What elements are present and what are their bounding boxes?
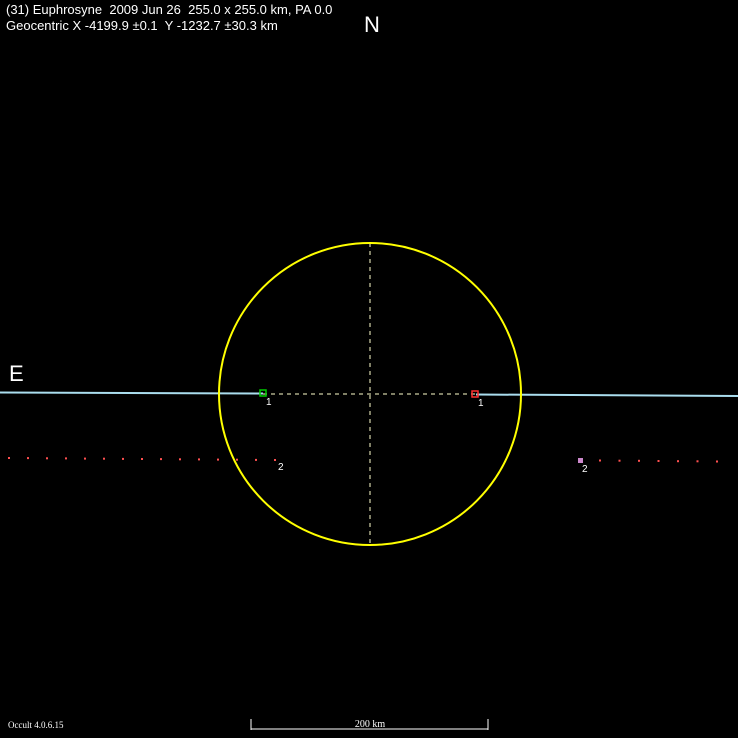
chord-2-dot <box>65 457 67 460</box>
chord-2-dots-east <box>8 457 276 461</box>
chord-2-dot <box>657 460 660 462</box>
chord-1-label-west: 1 <box>478 398 484 409</box>
chord-2-label-east: 2 <box>278 462 284 473</box>
chord-2-dot <box>255 458 257 461</box>
chord-2-dot <box>696 460 699 463</box>
chord-2-dot <box>274 459 276 461</box>
chord-1-label-east: 1 <box>266 397 272 408</box>
north-label: N <box>364 12 380 37</box>
chord-2-dot <box>618 459 621 462</box>
chord-1-line-west <box>475 393 738 397</box>
chord-2-dot <box>198 458 200 461</box>
chord-1-line-east <box>0 391 264 395</box>
software-version: Occult 4.0.6.15 <box>8 720 64 730</box>
scale-bar-label: 200 km <box>354 719 386 730</box>
chord-2-dot <box>236 458 238 461</box>
occultation-plot: 1 1 2 2 (31) Euphrosyne 2009 Jun 26 255.… <box>0 0 738 738</box>
chord-2-dot <box>141 458 143 460</box>
chord-2-dot <box>217 458 219 461</box>
chord-2-dot <box>46 457 48 460</box>
chord-2-dot <box>716 460 718 463</box>
geocentric-offset: Geocentric X -4199.9 ±0.1 Y -1232.7 ±30.… <box>6 18 278 33</box>
chord-2-dot <box>122 457 124 460</box>
chord-2-dot <box>160 458 162 461</box>
chord-2-dot <box>27 457 29 460</box>
chord-2-dot <box>103 457 105 460</box>
chord-2-dot <box>179 458 181 461</box>
chord-2-dot <box>8 457 10 459</box>
occultation-diagram: 1 1 2 2 <box>0 242 738 730</box>
chord-2-label-west: 2 <box>582 464 588 475</box>
east-label: E <box>9 361 24 386</box>
chord-2-dot <box>677 460 679 463</box>
chord-2-dots-west <box>599 459 718 463</box>
chord-2-dot <box>638 459 640 462</box>
chord-2-dot <box>599 459 601 462</box>
plot-title: (31) Euphrosyne 2009 Jun 26 255.0 x 255.… <box>6 2 333 17</box>
chord-2-dot <box>84 457 86 460</box>
chord-2-marker <box>578 458 583 463</box>
